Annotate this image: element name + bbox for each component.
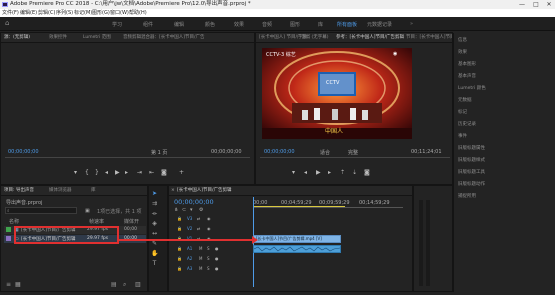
audio-meters-panel [413,185,453,292]
audio-meter-left [419,200,423,286]
audio-meter-right [426,200,430,286]
annotation-arrow [118,236,258,244]
